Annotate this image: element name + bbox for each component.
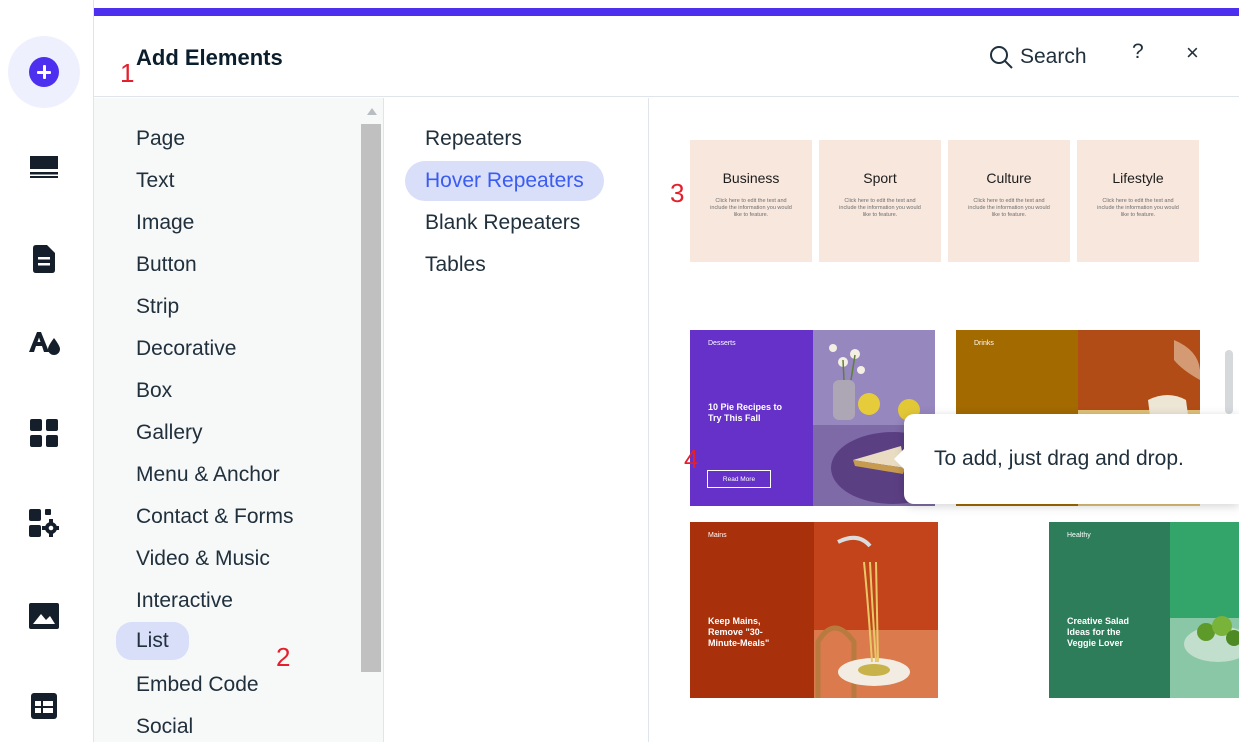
search-label: Search (1020, 45, 1087, 68)
card-description: Click here to edit the text and include … (968, 198, 1050, 218)
table-button[interactable] (8, 670, 80, 742)
read-more-button[interactable]: Read More (707, 470, 771, 488)
category-list[interactable]: List (116, 622, 189, 660)
tile-headline: Creative Salad Ideas for the Veggie Love… (1067, 616, 1130, 648)
add-elements-button[interactable] (8, 36, 80, 108)
preview-scrollbar[interactable] (1225, 350, 1233, 414)
card-title: Lifestyle (1112, 170, 1164, 186)
category-button[interactable]: Button (136, 250, 197, 280)
category-page[interactable]: Page (136, 124, 185, 154)
category-embed-code[interactable]: Embed Code (136, 670, 259, 700)
category-scrollbar[interactable] (361, 98, 381, 742)
sections-button[interactable] (8, 131, 80, 203)
tile-tag: Drinks (974, 340, 994, 347)
business-icon (29, 509, 59, 537)
tile-headline: 10 Pie Recipes to Try This Fall (708, 402, 783, 423)
tile-tag: Desserts (708, 340, 736, 347)
tile-tag: Healthy (1067, 532, 1091, 539)
card-title: Business (722, 170, 780, 186)
card-description: Click here to edit the text and include … (1097, 198, 1179, 218)
media-icon (29, 603, 59, 629)
tile-text-panel: Desserts 10 Pie Recipes to Try This Fall… (690, 330, 813, 506)
subcategory-list: Repeaters Hover Repeaters Blank Repeater… (385, 98, 649, 742)
category-gallery[interactable]: Gallery (136, 418, 203, 448)
left-toolbar (0, 0, 92, 742)
tile-text-panel: Mains Keep Mains, Remove "30-Minute-Meal… (690, 522, 814, 698)
hover-repeater-desserts[interactable]: Desserts 10 Pie Recipes to Try This Fall… (690, 330, 935, 506)
business-tools-button[interactable] (8, 487, 80, 559)
annotation-marker-4: 4 (684, 444, 699, 474)
category-text[interactable]: Text (136, 166, 175, 196)
tile-tag: Mains (708, 532, 727, 539)
scroll-up-icon[interactable] (367, 108, 377, 115)
tooltip-text: To add, just drag and drop. (934, 447, 1184, 470)
media-button[interactable] (8, 580, 80, 652)
annotation-marker-2: 2 (276, 642, 291, 672)
panel-header: Add Elements Search ? × (94, 16, 1239, 97)
hover-repeater-healthy[interactable]: Healthy Creative Salad Ideas for the Veg… (1049, 522, 1239, 698)
sections-icon (30, 156, 58, 178)
theme-button[interactable] (8, 307, 80, 379)
category-contact-forms[interactable]: Contact & Forms (136, 502, 294, 532)
add-icon (29, 57, 59, 87)
annotation-marker-3: 3 (670, 178, 685, 208)
search-button[interactable]: Search (988, 42, 1087, 72)
category-video-music[interactable]: Video & Music (136, 544, 270, 574)
repeater-card-lifestyle[interactable]: Lifestyle Click here to edit the text an… (1077, 140, 1199, 262)
subcategory-repeaters[interactable]: Repeaters (425, 124, 522, 154)
pasta-photo (814, 522, 938, 698)
apps-icon (30, 419, 58, 447)
subcategory-tables[interactable]: Tables (425, 250, 486, 280)
help-button[interactable]: ? (1132, 40, 1144, 64)
close-button[interactable]: × (1186, 40, 1199, 66)
drag-drop-tooltip: To add, just drag and drop. (894, 414, 1239, 504)
table-icon (31, 693, 57, 719)
annotation-marker-1: 1 (120, 58, 135, 88)
category-decorative[interactable]: Decorative (136, 334, 236, 364)
category-image[interactable]: Image (136, 208, 194, 238)
panel-title: Add Elements (136, 45, 283, 70)
tile-text-panel: Healthy Creative Salad Ideas for the Veg… (1049, 522, 1170, 698)
panel-accent-bar (94, 8, 1239, 16)
salad-photo (1170, 522, 1239, 698)
subcategory-blank-repeaters[interactable]: Blank Repeaters (425, 208, 580, 238)
theme-icon (29, 332, 60, 355)
subcategory-hover-repeaters[interactable]: Hover Repeaters (405, 161, 604, 201)
category-interactive[interactable]: Interactive (136, 586, 233, 616)
hover-repeater-mains[interactable]: Mains Keep Mains, Remove "30-Minute-Meal… (690, 522, 938, 698)
card-title: Sport (863, 170, 897, 186)
apps-button[interactable] (8, 397, 80, 469)
category-strip[interactable]: Strip (136, 292, 179, 322)
card-description: Click here to edit the text and include … (839, 198, 921, 218)
add-elements-panel: Add Elements Search ? × Page Text Image … (93, 0, 1239, 742)
tile-headline: Keep Mains, Remove "30-Minute-Meals" (708, 616, 770, 648)
category-scroll-thumb[interactable] (361, 124, 381, 672)
pages-button[interactable] (8, 223, 80, 295)
category-menu-anchor[interactable]: Menu & Anchor (136, 460, 280, 490)
card-description: Click here to edit the text and include … (710, 198, 792, 218)
pages-icon (33, 245, 55, 273)
category-list: Page Text Image Button Strip Decorative … (94, 98, 384, 742)
card-title: Culture (986, 170, 1032, 186)
repeater-card-culture[interactable]: Culture Click here to edit the text and … (948, 140, 1070, 262)
repeater-card-business[interactable]: Business Click here to edit the text and… (690, 140, 812, 262)
category-social[interactable]: Social (136, 712, 193, 742)
repeater-card-sport[interactable]: Sport Click here to edit the text and in… (819, 140, 941, 262)
category-box[interactable]: Box (136, 376, 172, 406)
search-icon (990, 46, 1013, 69)
